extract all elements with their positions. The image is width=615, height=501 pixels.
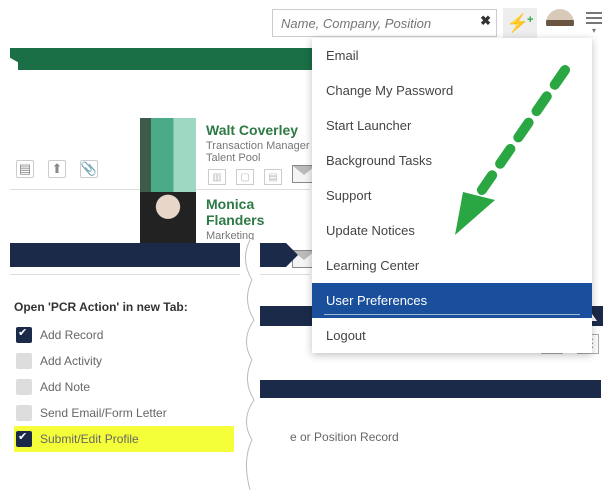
menu-item-start-launcher[interactable]: Start Launcher — [312, 108, 592, 143]
menu-item-update-notices[interactable]: Update Notices — [312, 213, 592, 248]
pref-option-add-note[interactable]: Add Note — [14, 374, 234, 400]
contact-photo — [140, 118, 196, 192]
menu-item-logout[interactable]: Logout — [312, 318, 592, 353]
section-bar — [252, 380, 601, 398]
hamburger-menu-button[interactable]: ▾ — [583, 11, 605, 35]
menu-bar-icon — [586, 12, 602, 14]
pref-label: Send Email/Form Letter — [40, 406, 167, 420]
checkbox-icon[interactable] — [16, 379, 32, 395]
avatar-icon — [546, 9, 574, 37]
checkbox-icon[interactable] — [16, 405, 32, 421]
contact-card[interactable]: Walt Coverley Transaction Manager Talent… — [10, 116, 310, 190]
contact-pool: Talent Pool — [206, 152, 310, 164]
clear-search-icon[interactable]: ✖ — [480, 13, 491, 29]
pcr-action-prefs: Open 'PCR Action' in new Tab: Add Record… — [14, 300, 234, 452]
bolt-icon: ⚡ — [507, 13, 529, 34]
checkbox-icon[interactable] — [16, 327, 32, 343]
pref-label: Add Activity — [40, 354, 102, 368]
plus-icon: + — [527, 14, 533, 26]
profile-dropdown: Email Change My Password Start Launcher … — [312, 38, 592, 353]
pref-label: Submit/Edit Profile — [40, 432, 139, 446]
menu-item-support[interactable]: Support — [312, 178, 592, 213]
search-input[interactable] — [272, 9, 497, 37]
contact-name[interactable]: Walt Coverley — [206, 122, 310, 138]
pref-option-submit-profile[interactable]: Submit/Edit Profile — [14, 426, 234, 452]
pref-label: Add Note — [40, 380, 90, 394]
top-bar: ✖ ⚡+ ▾ — [272, 8, 605, 38]
quick-add-button[interactable]: ⚡+ — [503, 8, 537, 38]
profile-menu-trigger[interactable] — [543, 8, 577, 38]
pref-option-add-record[interactable]: Add Record — [14, 322, 234, 348]
menu-bar-icon — [586, 22, 602, 24]
pref-option-send-email[interactable]: Send Email/Form Letter — [14, 400, 234, 426]
pref-label: Add Record — [40, 328, 103, 342]
pref-option-add-activity[interactable]: Add Activity — [14, 348, 234, 374]
doc-icon[interactable]: ▤ — [264, 169, 282, 185]
menu-item-learning-center[interactable]: Learning Center — [312, 248, 592, 283]
prefs-header: Open 'PCR Action' in new Tab: — [14, 300, 234, 314]
note-icon[interactable]: ▢ — [236, 169, 254, 185]
menu-item-change-password[interactable]: Change My Password — [312, 73, 592, 108]
truncated-label: e or Position Record — [290, 430, 399, 444]
menu-item-email[interactable]: Email — [312, 38, 592, 73]
torn-edge — [10, 58, 18, 81]
contact-action-row: ▥ ▢ ▤ — [208, 169, 282, 185]
search-wrap: ✖ — [272, 9, 497, 37]
chevron-down-icon: ▾ — [592, 26, 596, 35]
contact-role: Transaction Manager — [206, 140, 310, 152]
menu-item-background-tasks[interactable]: Background Tasks — [312, 143, 592, 178]
checkbox-icon[interactable] — [16, 431, 32, 447]
chat-icon[interactable]: ▥ — [208, 169, 226, 185]
menu-item-user-preferences[interactable]: User Preferences — [312, 283, 592, 318]
torn-divider — [240, 240, 260, 490]
contact-name[interactable]: Monica Flanders — [206, 196, 310, 228]
menu-bar-icon — [586, 17, 602, 19]
header-band — [10, 48, 315, 70]
checkbox-icon[interactable] — [16, 353, 32, 369]
